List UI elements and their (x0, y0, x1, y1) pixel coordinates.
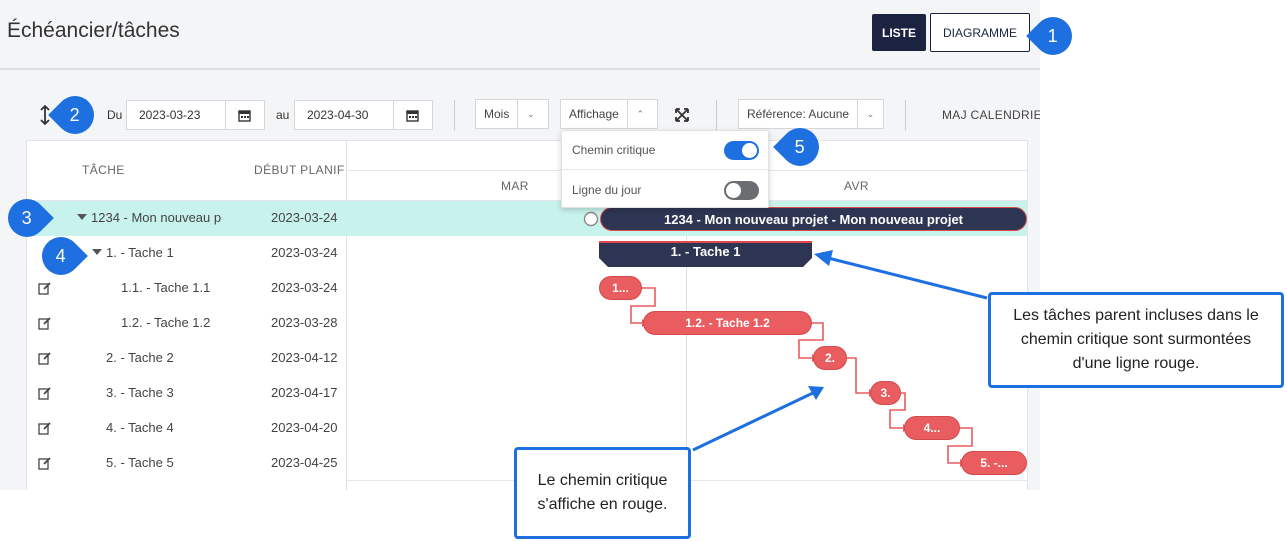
callout-number: 2 (69, 104, 81, 125)
callout-number: 1 (1047, 25, 1059, 46)
callout-number: 3 (21, 207, 33, 228)
note-critical-path: Le chemin critique s'affiche en rouge. (514, 447, 691, 539)
note-parent-tasks-text: Les tâches parent incluses dans le chemi… (1013, 307, 1259, 372)
app: Échéancier/tâches LISTE DIAGRAMME Du 202… (0, 0, 1287, 542)
note-critical-path-text: Le chemin critique s'affiche en rouge. (537, 472, 668, 513)
callout-number: 5 (794, 136, 806, 157)
callout-number: 4 (55, 245, 67, 266)
note-parent-tasks: Les tâches parent incluses dans le chemi… (988, 292, 1284, 388)
